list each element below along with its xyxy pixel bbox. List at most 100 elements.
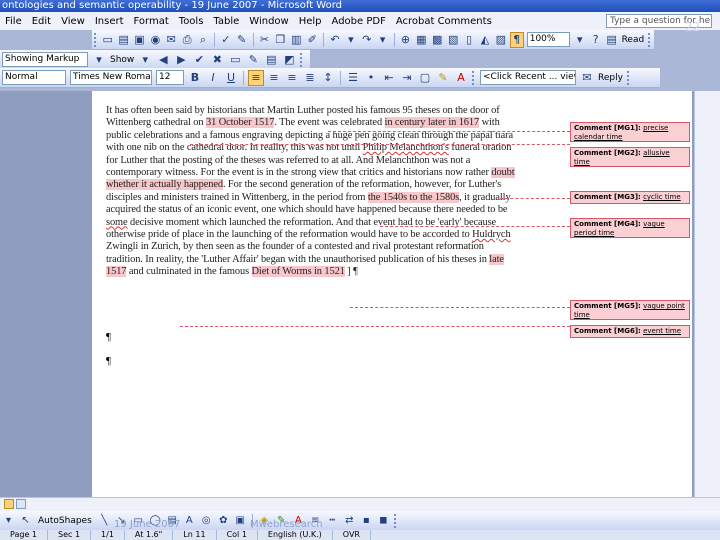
vertical-scrollbar[interactable] (694, 91, 720, 497)
commented-text-mg2[interactable]: in century later in 1617 (384, 117, 479, 129)
columns-icon[interactable]: ▯ (462, 32, 476, 48)
comment-balloon-mg6[interactable]: Comment [MG6]: event time (570, 325, 690, 338)
commented-text-mg4[interactable]: the 1540s to the 1580s (367, 191, 459, 203)
tables-borders-icon[interactable]: ▦ (414, 32, 428, 48)
reply-button[interactable]: Reply (596, 73, 625, 83)
cut-icon[interactable]: ✂ (258, 32, 272, 48)
redo-icon[interactable]: ↷ (360, 32, 374, 48)
show-menu-button[interactable]: Show (108, 55, 136, 65)
web-view-icon[interactable] (16, 499, 26, 509)
menu-window[interactable]: Window (244, 16, 293, 27)
font-select[interactable]: Times New Roman (70, 70, 152, 85)
highlight-icon[interactable]: ◩ (281, 52, 297, 68)
permission-icon[interactable]: ◉ (148, 32, 162, 48)
comment-balloon-mg3[interactable]: Comment [MG3]: cyclic time (570, 191, 690, 204)
show-dropdown-icon[interactable]: ▾ (137, 52, 153, 68)
email-icon[interactable]: ✉ (164, 32, 178, 48)
status-overtype[interactable]: OVR (333, 530, 371, 540)
menu-insert[interactable]: Insert (90, 16, 129, 27)
outside-border-icon[interactable]: ▢ (417, 70, 433, 86)
undo-dropdown-icon[interactable]: ▾ (344, 32, 358, 48)
line-spacing-icon[interactable]: ↕ (320, 70, 336, 86)
read-icon[interactable]: ▤ (605, 32, 619, 48)
arrow-style-icon[interactable]: ⇄ (342, 513, 357, 528)
normal-view-icon[interactable] (4, 499, 14, 509)
menu-table[interactable]: Table (208, 16, 244, 27)
markup-dropdown-icon[interactable]: ▾ (91, 52, 107, 68)
display-for-review-select[interactable]: Showing Markup (2, 52, 88, 67)
document-map-icon[interactable]: ▨ (494, 32, 508, 48)
menu-tools[interactable]: Tools (174, 16, 209, 27)
menu-acrobat-comments[interactable]: Acrobat Comments (391, 16, 497, 27)
toolbar-grip[interactable] (300, 52, 304, 67)
diagram-icon[interactable]: ◎ (199, 513, 214, 528)
align-right-icon[interactable]: ≡ (284, 70, 300, 86)
previous-change-icon[interactable]: ◀ (155, 52, 171, 68)
toolbar-grip[interactable] (393, 513, 398, 528)
select-objects-icon[interactable]: ↖ (18, 513, 33, 528)
insert-table-icon[interactable]: ▩ (430, 32, 444, 48)
comment-balloon-mg2[interactable]: Comment [MG2]: allusive time (570, 147, 690, 167)
reviewing-pane-icon[interactable]: ▤ (263, 52, 279, 68)
clip-art-icon[interactable]: ✿ (216, 513, 231, 528)
menu-edit[interactable]: Edit (27, 16, 56, 27)
line-icon[interactable]: ╲ (97, 513, 112, 528)
font-size-select[interactable]: 12 (156, 70, 184, 85)
track-changes-icon[interactable]: ✎ (245, 52, 261, 68)
menu-format[interactable]: Format (129, 16, 174, 27)
menu-view[interactable]: View (56, 16, 90, 27)
bold-button[interactable]: B (187, 70, 203, 86)
menu-adobe-pdf[interactable]: Adobe PDF (327, 16, 391, 27)
underline-button[interactable]: U (223, 70, 239, 86)
print-preview-icon[interactable]: ⌕ (196, 32, 210, 48)
horizontal-scrollbar[interactable] (0, 497, 720, 511)
menu-help[interactable]: Help (294, 16, 327, 27)
draw-menu-icon[interactable]: ▾ (1, 513, 16, 528)
grammar-flag[interactable]: some (106, 217, 128, 228)
accept-change-icon[interactable]: ✔ (191, 52, 207, 68)
bullets-icon[interactable]: • (363, 70, 379, 86)
font-color-icon[interactable]: A (453, 70, 469, 86)
copy-icon[interactable]: ❐ (273, 32, 287, 48)
increase-indent-icon[interactable]: ⇥ (399, 70, 415, 86)
menu-file[interactable]: File (0, 16, 27, 27)
undo-icon[interactable]: ↶ (328, 32, 342, 48)
research-icon[interactable]: ✎ (235, 32, 249, 48)
save-icon[interactable]: ▣ (133, 32, 147, 48)
print-icon[interactable]: ⎙ (180, 32, 194, 48)
help-icon[interactable]: ? (589, 32, 603, 48)
misspelled-word[interactable]: Huldrych (472, 229, 511, 240)
format-painter-icon[interactable]: ✐ (305, 32, 319, 48)
next-change-icon[interactable]: ▶ (173, 52, 189, 68)
toolbar-grip[interactable] (626, 70, 631, 85)
commented-text-mg1[interactable]: 31 October 1517 (206, 117, 274, 129)
reject-change-icon[interactable]: ✖ (209, 52, 225, 68)
numbering-icon[interactable]: ☰ (345, 70, 361, 86)
paste-icon[interactable]: ▥ (289, 32, 303, 48)
reply-comment-icon[interactable]: ✉ (579, 70, 595, 86)
align-left-icon[interactable]: ≡ (248, 69, 264, 86)
zoom-select[interactable]: 100% (526, 32, 570, 47)
highlight-color-icon[interactable]: ✎ (435, 70, 451, 86)
read-button[interactable]: Read (620, 35, 647, 45)
recent-view-select[interactable]: <Click Recent ... view > (480, 70, 576, 85)
toolbar-grip[interactable] (472, 70, 476, 85)
drawing-icon[interactable]: ◭ (478, 32, 492, 48)
autoshapes-button[interactable]: AutoShapes (34, 516, 96, 526)
picture-icon[interactable]: ▣ (233, 513, 248, 528)
spelling-icon[interactable]: ✓ (219, 32, 233, 48)
comment-balloon-mg1[interactable]: Comment [MG1]: precise calendar time (570, 122, 690, 142)
comment-balloon-mg5[interactable]: Comment [MG5]: vague point time (570, 300, 690, 320)
align-center-icon[interactable]: ≡ (266, 70, 282, 86)
hyperlink-icon[interactable]: ⊕ (398, 32, 412, 48)
commented-text-mg6[interactable]: Diet of Worms in 1521 (251, 266, 345, 278)
insert-comment-icon[interactable]: ▭ (227, 52, 243, 68)
dash-style-icon[interactable]: ┅ (325, 513, 340, 528)
toolbar-grip[interactable] (94, 32, 98, 47)
zoom-dropdown-icon[interactable]: ▾ (573, 32, 587, 48)
decrease-indent-icon[interactable]: ⇤ (381, 70, 397, 86)
style-select[interactable]: Normal (2, 70, 66, 85)
insert-excel-icon[interactable]: ▧ (446, 32, 460, 48)
comment-balloon-mg4[interactable]: Comment [MG4]: vague period time (570, 218, 690, 238)
redo-dropdown-icon[interactable]: ▾ (376, 32, 390, 48)
